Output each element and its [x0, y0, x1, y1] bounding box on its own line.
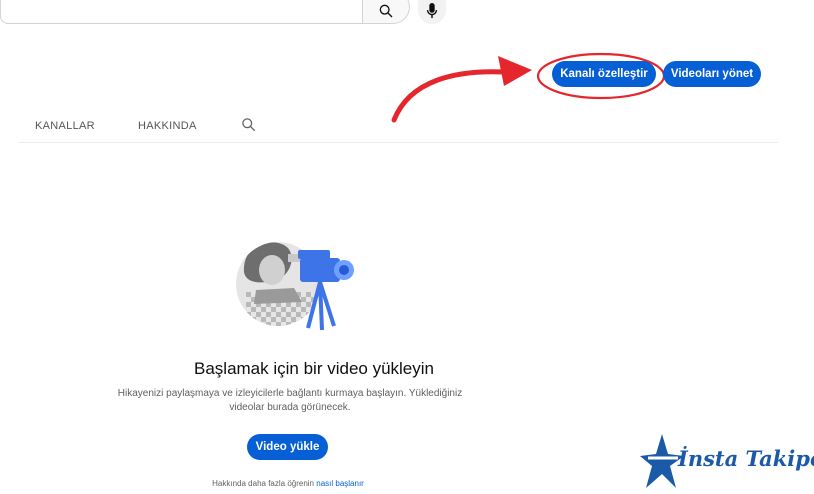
- learn-more-prefix: Hakkında daha fazla öğrenin: [212, 479, 315, 488]
- manage-videos-button[interactable]: Videoları yönet: [663, 61, 761, 87]
- learn-more-text: Hakkında daha fazla öğrenin nasıl başlan…: [0, 479, 576, 488]
- watermark-text: İnsta Takipci: [678, 446, 814, 471]
- empty-state-title: Başlamak için bir video yükleyin: [194, 359, 434, 378]
- learn-more-link[interactable]: nasıl başlanır: [316, 479, 364, 488]
- customize-channel-button[interactable]: Kanalı özelleştir: [552, 61, 656, 87]
- tab-channels[interactable]: KANALLAR: [35, 120, 95, 132]
- voice-search-button[interactable]: [418, 0, 446, 24]
- empty-state-description: Hikayenizi paylaşmaya ve izleyicilerle b…: [117, 388, 463, 413]
- tab-about[interactable]: HAKKINDA: [138, 120, 197, 132]
- camera-illustration: [236, 242, 354, 331]
- channel-search-icon[interactable]: [241, 117, 256, 132]
- upload-video-button[interactable]: Video yükle: [247, 434, 328, 460]
- search-icon: [379, 4, 393, 18]
- search-button[interactable]: [362, 0, 410, 24]
- channel-tabs: KANALLAR HAKKINDA: [18, 112, 778, 143]
- mic-icon: [426, 3, 438, 19]
- search-input[interactable]: [0, 0, 362, 24]
- watermark: İnsta Takipci: [638, 432, 814, 490]
